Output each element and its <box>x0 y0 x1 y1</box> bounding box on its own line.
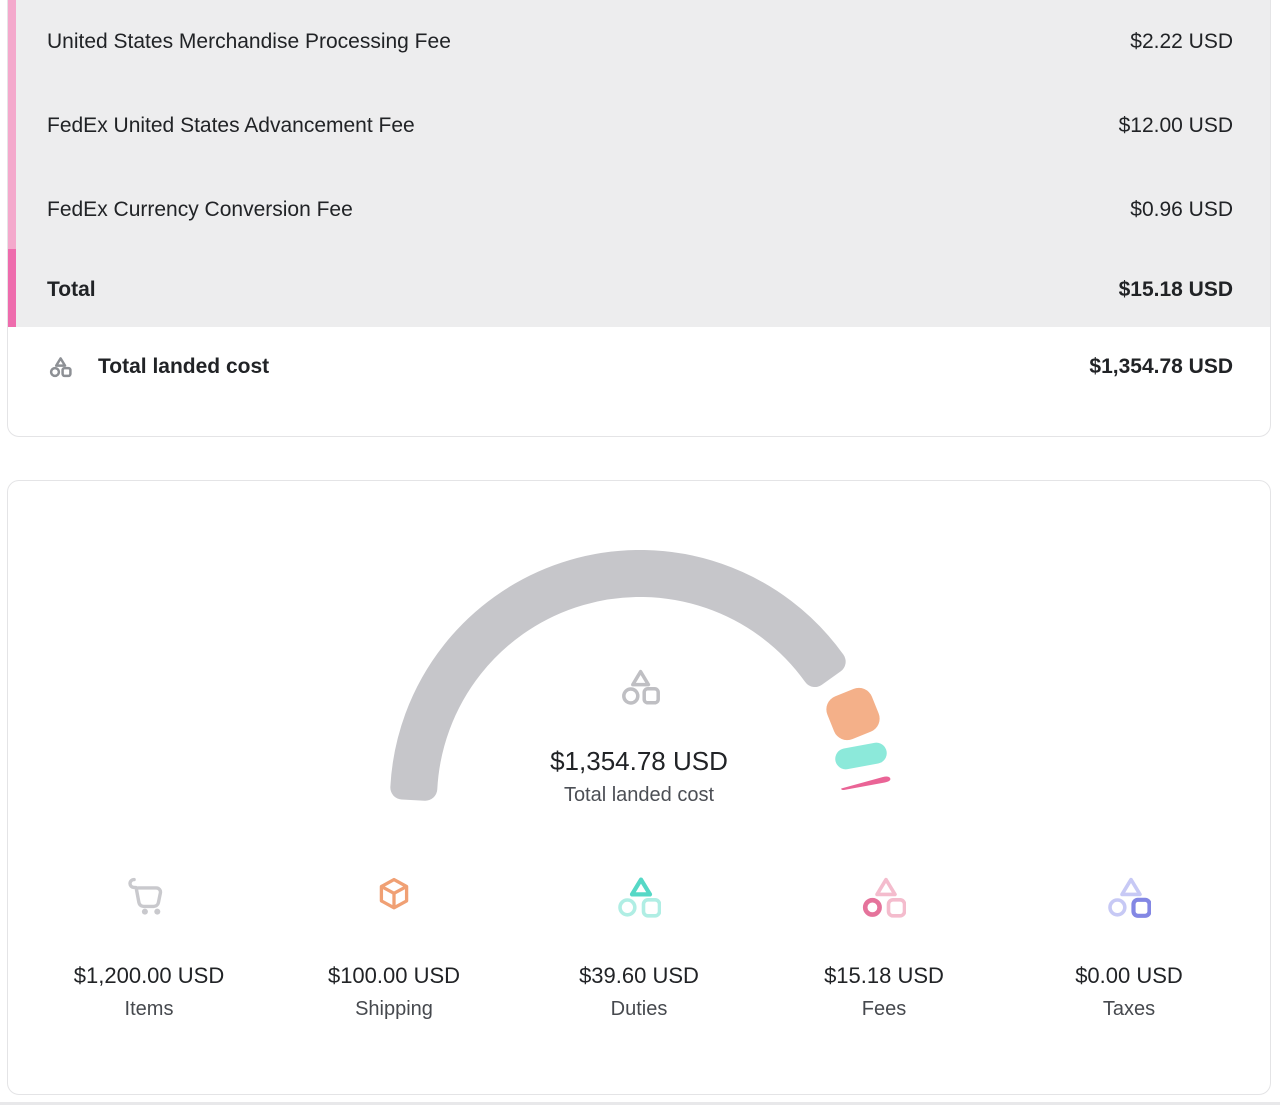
fee-value: $12.00 USD <box>1119 114 1233 138</box>
table-row: United States Merchandise Processing Fee… <box>8 0 1270 84</box>
legend-label: Shipping <box>355 997 433 1021</box>
shapes-triangle-icon <box>617 875 661 919</box>
total-value: $15.18 USD <box>1119 278 1233 302</box>
gauge-legend: $1,200.00 USD Items $100.00 USD Shipping <box>8 875 1270 1021</box>
gauge-segment-shipping <box>822 684 884 745</box>
legend-value: $15.18 USD <box>824 963 944 989</box>
next-section-edge <box>0 1102 1280 1105</box>
table-row: FedEx United States Advancement Fee $12.… <box>8 84 1270 168</box>
legend-item-duties: $39.60 USD Duties <box>517 875 762 1021</box>
fee-value: $0.96 USD <box>1130 198 1233 222</box>
total-landed-cost-label: Total landed cost <box>98 355 269 379</box>
legend-item-fees: $15.18 USD Fees <box>762 875 1007 1021</box>
cart-icon <box>127 875 171 919</box>
total-landed-cost-row: Total landed cost $1,354.78 USD <box>8 327 1270 406</box>
fee-breakdown-card: United States Merchandise Processing Fee… <box>7 0 1271 437</box>
total-landed-cost-value: $1,354.78 USD <box>1089 355 1233 379</box>
fee-label: United States Merchandise Processing Fee <box>47 30 451 54</box>
legend-value: $0.00 USD <box>1075 963 1183 989</box>
legend-value: $39.60 USD <box>579 963 699 989</box>
legend-label: Duties <box>611 997 668 1021</box>
landed-cost-page: United States Merchandise Processing Fee… <box>0 0 1280 1106</box>
total-label: Total <box>47 278 96 302</box>
fee-label: FedEx United States Advancement Fee <box>47 114 415 138</box>
gauge-center-value: $1,354.78 USD <box>8 746 1270 777</box>
legend-label: Taxes <box>1103 997 1155 1021</box>
shapes-icon <box>618 667 662 707</box>
shapes-icon <box>48 356 72 378</box>
legend-item-taxes: $0.00 USD Taxes <box>1007 875 1252 1021</box>
legend-value: $1,200.00 USD <box>74 963 224 989</box>
fee-label: FedEx Currency Conversion Fee <box>47 198 353 222</box>
legend-label: Fees <box>862 997 906 1021</box>
legend-value: $100.00 USD <box>328 963 460 989</box>
legend-label: Items <box>125 997 174 1021</box>
fee-value: $2.22 USD <box>1130 30 1233 54</box>
table-row: FedEx Currency Conversion Fee $0.96 USD <box>8 168 1270 252</box>
gauge-center-label: Total landed cost <box>8 784 1270 807</box>
landed-cost-gauge-card: $1,354.78 USD Total landed cost $1,200.0… <box>7 480 1271 1095</box>
shapes-square-icon <box>1107 875 1151 919</box>
legend-item-items: $1,200.00 USD Items <box>27 875 272 1021</box>
total-row: Total $15.18 USD <box>8 252 1270 327</box>
fee-rows: United States Merchandise Processing Fee… <box>8 0 1270 327</box>
shapes-circle-icon <box>862 875 906 919</box>
package-icon <box>372 875 416 919</box>
legend-item-shipping: $100.00 USD Shipping <box>272 875 517 1021</box>
